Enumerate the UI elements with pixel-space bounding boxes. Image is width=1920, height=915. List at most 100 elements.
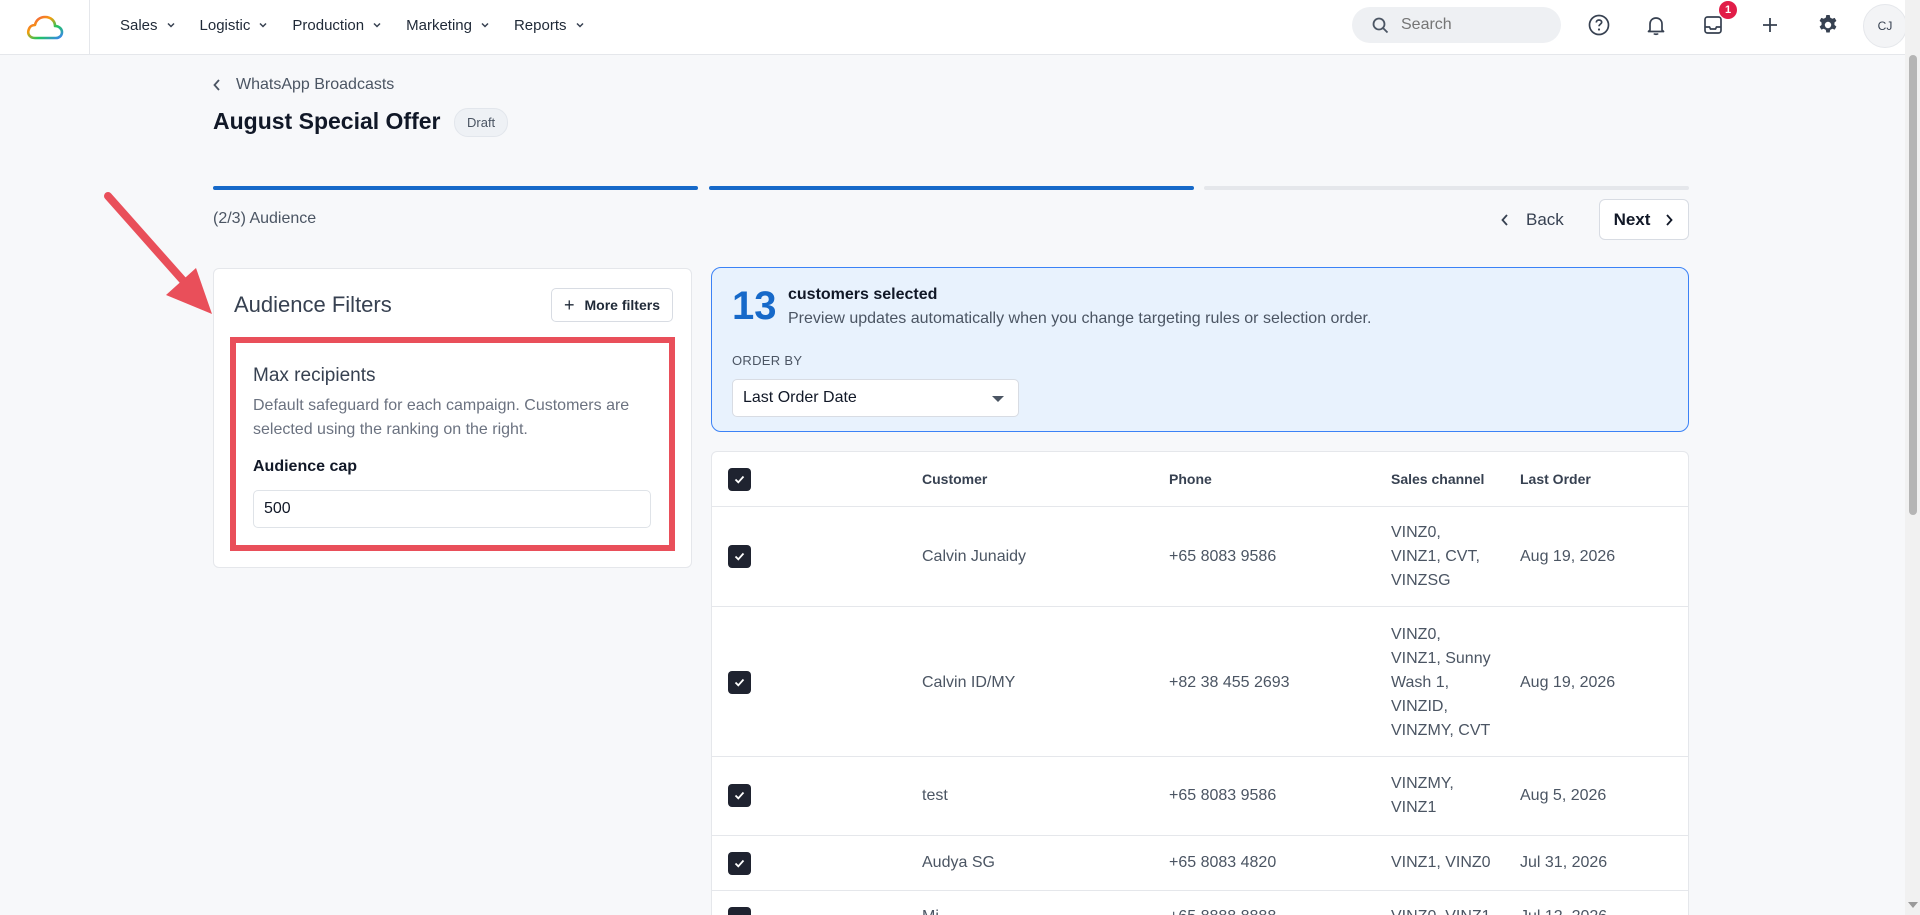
chevron-down-icon	[575, 22, 584, 28]
customer-channels: VINZ0, VINZ1, Sunny Wash 1, VINZID, VINZ…	[1391, 623, 1491, 743]
nav-sales[interactable]: Sales	[120, 17, 176, 34]
back-button-label: Back	[1526, 210, 1564, 229]
app-logo[interactable]	[0, 0, 90, 55]
bell-icon	[1647, 17, 1665, 36]
search-input[interactable]	[1401, 16, 1541, 34]
channel-line: VINZ0,	[1391, 524, 1441, 541]
help-icon	[1588, 14, 1610, 36]
chevron-down-icon	[481, 22, 489, 28]
table-row[interactable]: Audya SG +65 8083 4820 VINZ1, VINZ0 Jul …	[712, 836, 1688, 891]
help-button[interactable]	[1586, 12, 1612, 38]
caret-down-icon	[992, 396, 1004, 402]
order-by-select[interactable]: Last Order Date	[732, 379, 1019, 417]
page-scrollbar[interactable]	[1905, 0, 1920, 915]
cloud-logo-icon	[26, 15, 63, 39]
next-button[interactable]: Next	[1599, 199, 1689, 240]
chevron-left-icon	[213, 79, 220, 91]
audience-cap-label: Audience cap	[253, 458, 358, 475]
customer-name: Calvin ID/MY	[922, 674, 1016, 691]
channel-line: VINZ0,	[1391, 626, 1441, 643]
row-checkbox[interactable]	[728, 852, 751, 875]
user-avatar[interactable]: CJ	[1863, 4, 1907, 48]
scrollbar-thumb[interactable]	[1909, 55, 1917, 515]
filters-title: Audience Filters	[234, 292, 392, 317]
row-checkbox[interactable]	[728, 784, 751, 807]
channel-line: Wash 1,	[1391, 674, 1450, 691]
select-all-checkbox[interactable]	[728, 468, 751, 491]
nav-logistic[interactable]: Logistic	[200, 17, 269, 34]
breadcrumb[interactable]: WhatsApp Broadcasts	[212, 76, 394, 94]
max-recipients-title: Max recipients	[253, 365, 376, 386]
progress-step-2	[709, 186, 1194, 190]
table-row[interactable]: Calvin ID/MY +82 38 455 2693 VINZ0, VINZ…	[712, 607, 1688, 757]
inbox-icon	[1704, 16, 1722, 34]
selected-count: 13	[732, 284, 777, 328]
create-button[interactable]	[1757, 12, 1783, 38]
audience-cap-input[interactable]	[253, 490, 651, 528]
scroll-down-arrow-icon[interactable]	[1908, 902, 1918, 908]
customer-channels: VINZ0, VINZ1	[1391, 905, 1491, 915]
max-recipients-description: Default safeguard for each campaign. Cus…	[253, 397, 630, 438]
customers-table: Customer Phone Sales channel Last Order …	[711, 451, 1689, 915]
chevron-down-icon	[167, 22, 175, 28]
customer-channels: VINZ0, VINZ1, CVT, VINZSG	[1391, 521, 1480, 593]
customer-name: Audya SG	[922, 854, 995, 871]
customer-name: Mi...	[922, 905, 952, 915]
more-filters-label: More filters	[584, 297, 660, 313]
customer-name: Calvin Junaidy	[922, 548, 1027, 565]
row-checkbox[interactable]	[728, 671, 751, 694]
channel-line: VINZ1, VINZ0	[1391, 854, 1491, 871]
table-row[interactable]: test +65 8083 9586 VINZMY, VINZ1 Aug 5, …	[712, 757, 1688, 836]
row-checkbox[interactable]	[728, 545, 751, 568]
row-checkbox[interactable]	[728, 907, 751, 915]
top-navbar: Sales Logistic Production Marketing Repo…	[0, 0, 1907, 55]
nav-reports-label: Reports	[513, 16, 567, 34]
last-order-date: Aug 5, 2026	[1520, 787, 1607, 804]
nav-marketing[interactable]: Marketing	[406, 17, 490, 34]
last-order-date: Jul 12, 2026	[1520, 905, 1607, 915]
channel-line: VINZ1, CVT,	[1391, 548, 1480, 565]
chevron-down-icon	[373, 22, 381, 28]
nav-production[interactable]: Production	[292, 17, 382, 34]
check-icon	[734, 678, 745, 687]
progress-step-3	[1204, 186, 1689, 190]
more-filters-button[interactable]: + More filters	[551, 288, 673, 322]
nav-reports[interactable]: Reports	[514, 17, 585, 34]
status-badge: Draft	[454, 108, 509, 137]
channel-line: VINZ1	[1391, 799, 1437, 816]
main-menu: Sales Logistic Production Marketing Repo…	[120, 0, 609, 50]
global-search[interactable]	[1352, 7, 1561, 43]
back-button[interactable]: Back	[1500, 200, 1564, 240]
table-row[interactable]: Mi... +65 8888 8888 VINZ0, VINZ1 Jul 12,…	[712, 891, 1688, 915]
nav-marketing-label: Marketing	[406, 16, 472, 34]
col-sales-channel[interactable]: Sales channel	[1391, 471, 1484, 487]
page-title: August Special Offer	[213, 108, 441, 134]
table-header: Customer Phone Sales channel Last Order	[712, 452, 1688, 507]
col-phone[interactable]: Phone	[1169, 471, 1212, 487]
gear-icon	[1819, 15, 1837, 33]
col-last-order[interactable]: Last Order	[1520, 471, 1591, 487]
settings-button[interactable]	[1815, 12, 1841, 38]
notifications-button[interactable]	[1643, 12, 1669, 38]
next-button-label: Next	[1613, 209, 1651, 229]
customer-phone: +65 8083 9586	[1169, 548, 1277, 565]
notification-badge: 1	[1719, 1, 1737, 19]
order-by-label: ORDER BY	[732, 353, 803, 368]
last-order-date: Jul 31, 2026	[1520, 854, 1608, 871]
channel-line: VINZ0, VINZ1	[1391, 905, 1491, 915]
check-icon	[734, 859, 745, 868]
chevron-left-icon	[1501, 214, 1508, 226]
channel-line: VINZMY, CVT	[1391, 722, 1491, 739]
customer-channels: VINZ1, VINZ0	[1391, 851, 1491, 875]
search-icon	[1372, 17, 1389, 33]
plus-icon	[1763, 18, 1777, 32]
check-icon	[734, 791, 745, 800]
chevron-right-icon	[1666, 213, 1674, 226]
col-customer[interactable]: Customer	[922, 471, 987, 487]
selection-summary: 13 customers selected Preview updates au…	[711, 267, 1689, 432]
breadcrumb-label: WhatsApp Broadcasts	[236, 76, 395, 93]
table-row[interactable]: Calvin Junaidy +65 8083 9586 VINZ0, VINZ…	[712, 507, 1688, 607]
channel-line: VINZSG	[1391, 572, 1451, 589]
chevron-down-icon	[259, 22, 267, 28]
customer-phone: +65 8083 4820	[1169, 854, 1277, 871]
